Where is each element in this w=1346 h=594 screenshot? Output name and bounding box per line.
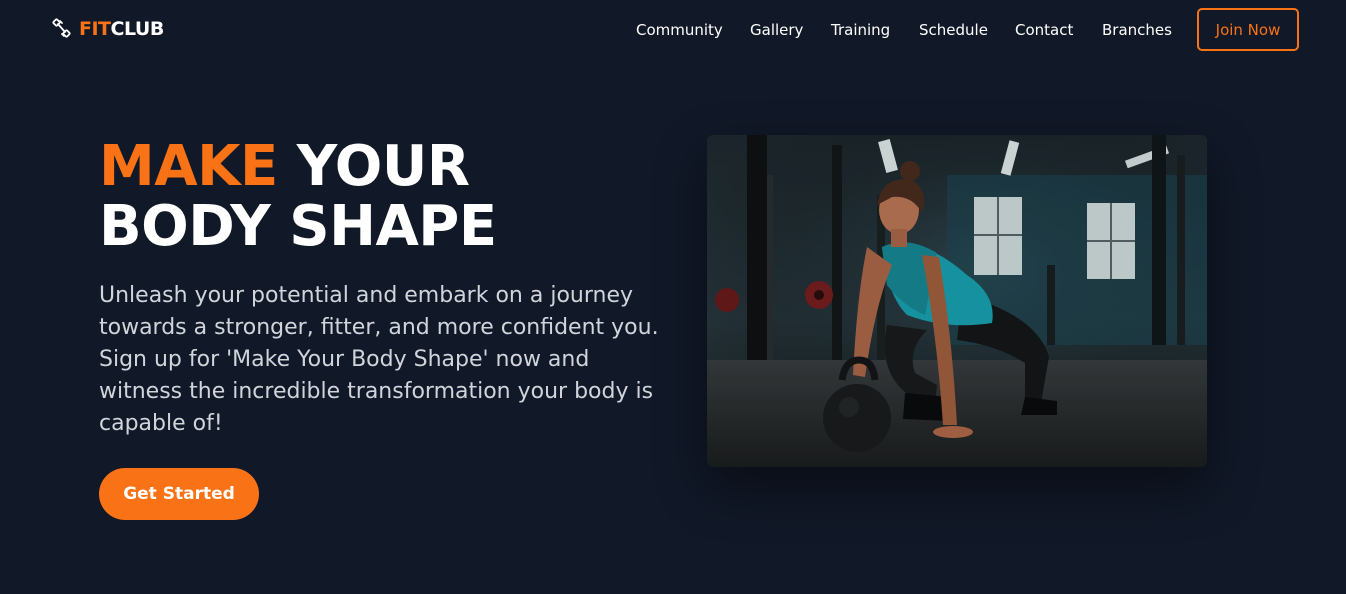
- nav-link-schedule[interactable]: Schedule: [919, 20, 988, 40]
- hero-headline: MAKE YOUR BODY SHAPE: [99, 137, 619, 257]
- nav-link-community[interactable]: Community: [636, 20, 723, 40]
- get-started-button[interactable]: Get Started: [99, 468, 259, 520]
- headline-line2: BODY SHAPE: [99, 194, 497, 259]
- brand-name: FITCLUB: [79, 18, 164, 40]
- page: FITCLUB Community Gallery Training Sched…: [0, 0, 1346, 594]
- brand-logo[interactable]: FITCLUB: [52, 18, 164, 40]
- headline-accent: MAKE: [99, 134, 278, 199]
- nav-link-gallery[interactable]: Gallery: [750, 20, 803, 40]
- headline-line1-rest: YOUR: [277, 134, 470, 199]
- join-now-button[interactable]: Join Now: [1197, 8, 1299, 51]
- dumbbell-icon: [52, 18, 71, 38]
- top-nav: FITCLUB Community Gallery Training Sched…: [0, 0, 1346, 62]
- brand-name-club: CLUB: [110, 18, 165, 40]
- hero-description: Unleash your potential and embark on a j…: [99, 283, 659, 436]
- hero-image: [707, 135, 1207, 467]
- brand-name-fit: FIT: [79, 18, 111, 40]
- nav-link-branches[interactable]: Branches: [1102, 20, 1172, 40]
- nav-link-contact[interactable]: Contact: [1015, 20, 1073, 40]
- gym-woman-kettlebell-photo: [707, 135, 1207, 467]
- nav-link-training[interactable]: Training: [831, 20, 890, 40]
